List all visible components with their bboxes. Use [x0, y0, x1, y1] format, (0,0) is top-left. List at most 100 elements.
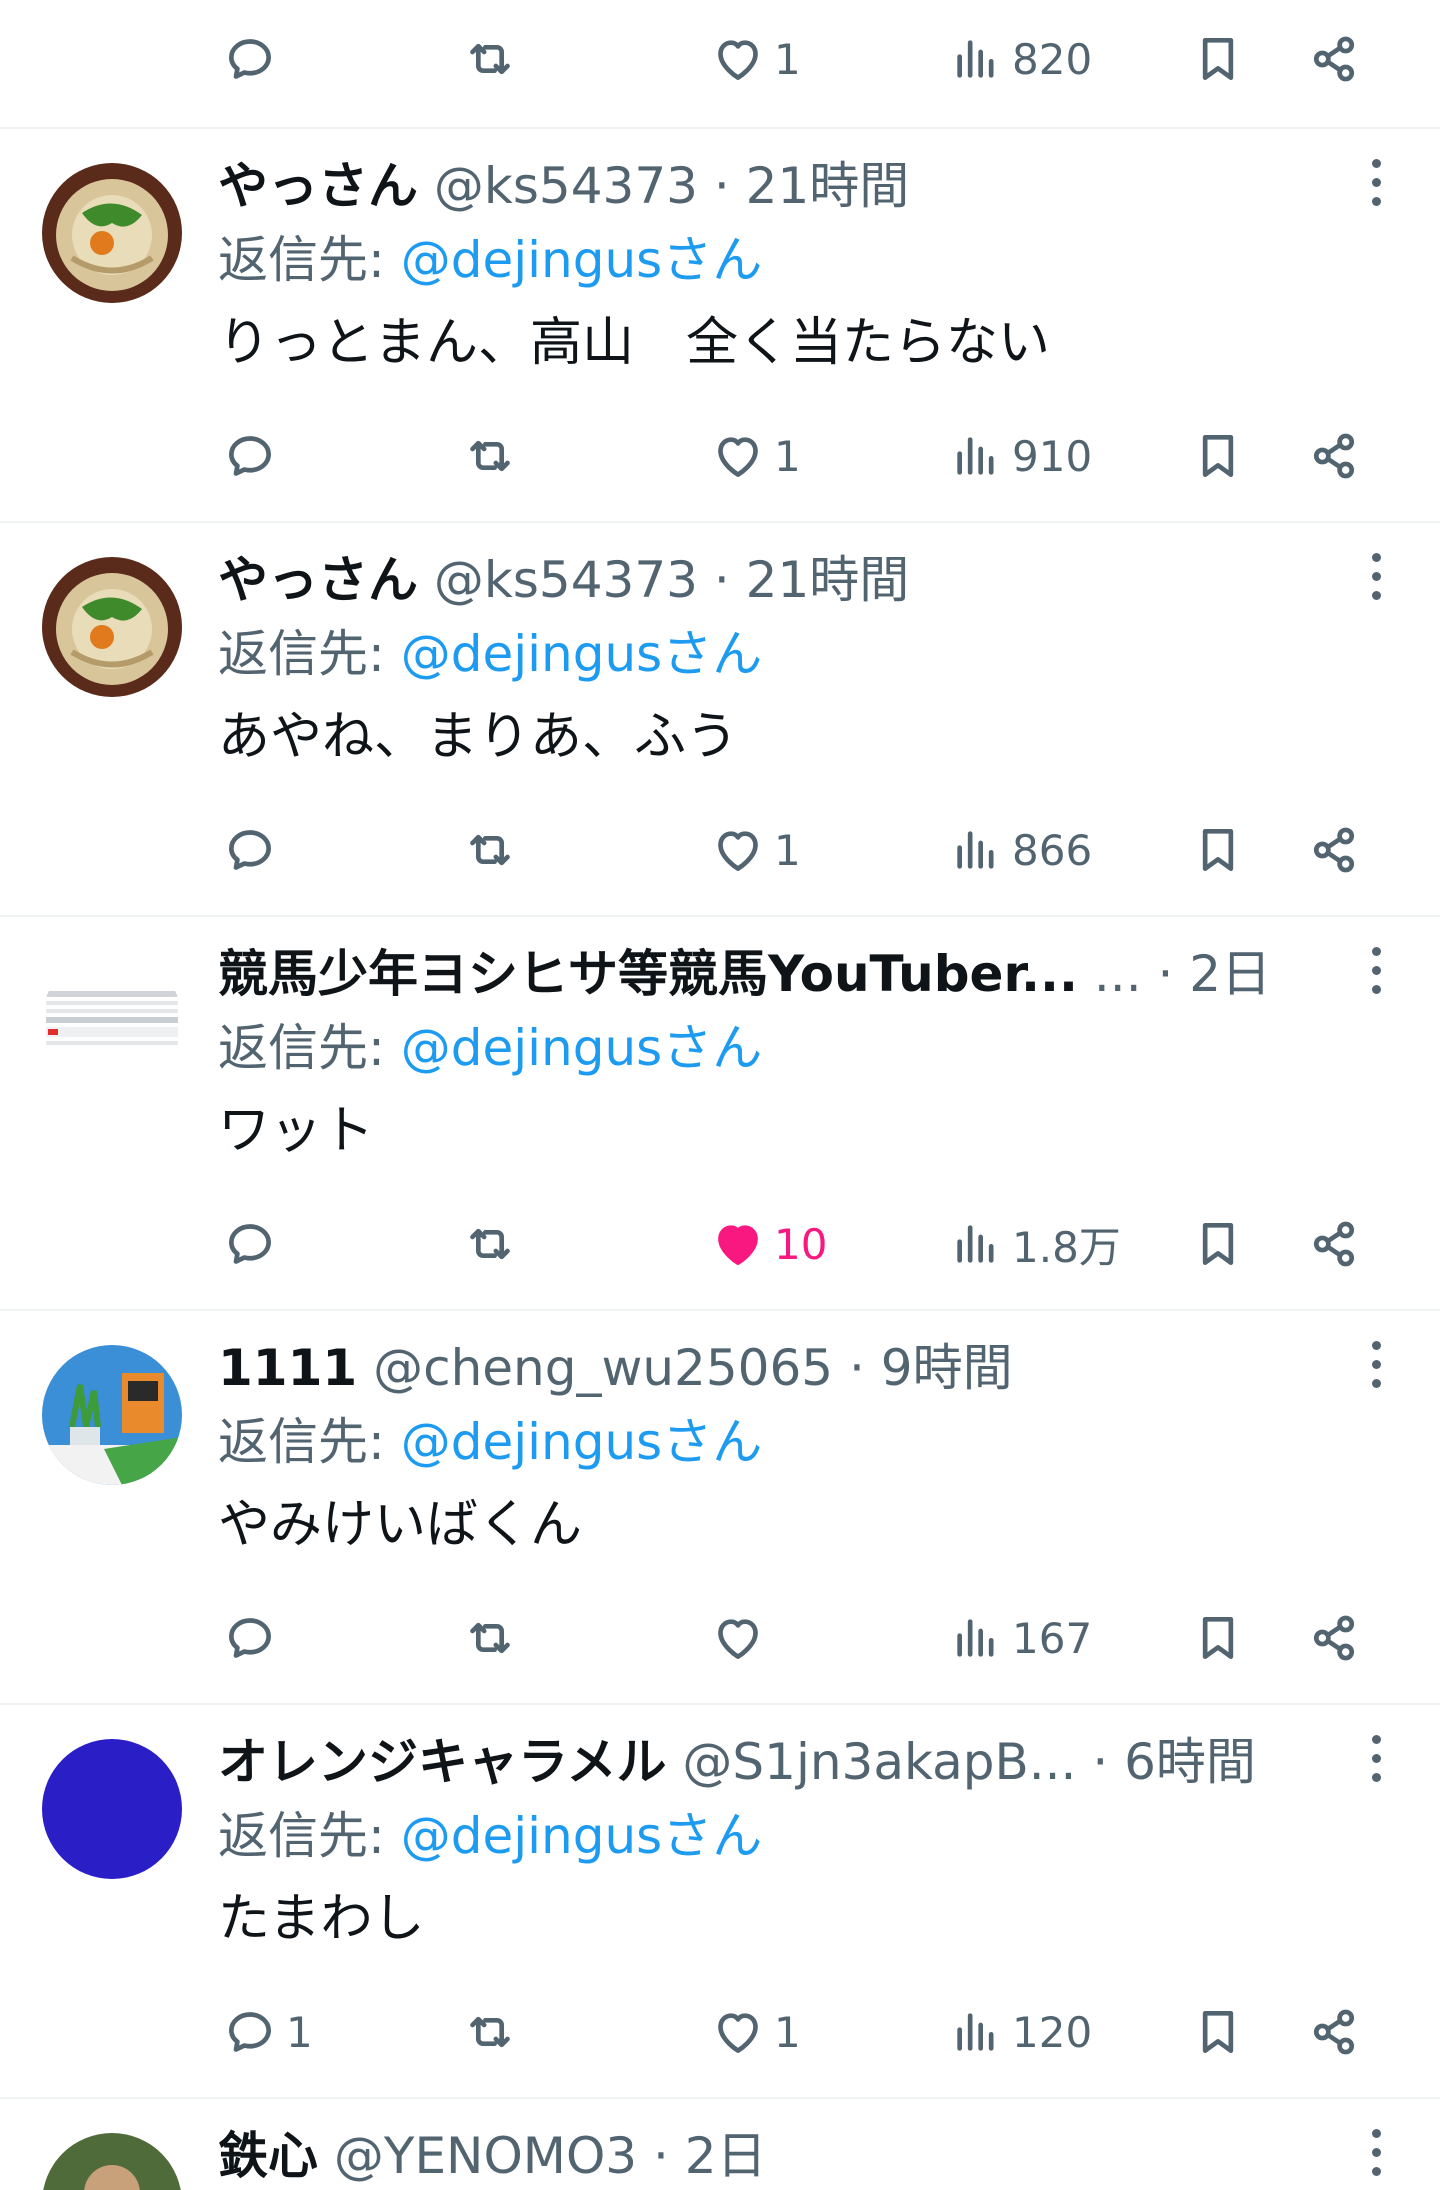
bookmark-button[interactable] [1190, 810, 1246, 890]
like-button[interactable] [710, 1598, 774, 1678]
bookmark-button[interactable] [1190, 19, 1246, 99]
reply-button[interactable] [222, 810, 286, 890]
reply-button[interactable] [222, 19, 286, 99]
bookmark-icon [1202, 829, 1234, 871]
reply-tweet[interactable]: オレンジキャラメル @S1jn3akapB... · 6時間 返信先: @dej… [0, 1705, 1440, 2097]
like-button[interactable]: 10 [710, 1204, 827, 1284]
bookmark-button[interactable] [1190, 1992, 1246, 2072]
display-name[interactable]: 競馬少年ヨシヒサ等競馬YouTuber... [218, 945, 1078, 1003]
bookmark-icon [1202, 1223, 1234, 1265]
share-button[interactable] [1306, 810, 1362, 890]
mention-link[interactable]: @dejingusさん [401, 231, 762, 289]
heart-icon [718, 831, 758, 871]
views-button[interactable]: 167 [948, 1598, 1092, 1678]
like-button[interactable]: 1 [710, 1992, 801, 2072]
mention-link[interactable]: @dejingusさん [401, 1019, 762, 1077]
display-name[interactable]: 1111 [218, 1339, 357, 1397]
views-button[interactable]: 820 [948, 19, 1092, 99]
like-button[interactable]: 1 [710, 19, 801, 99]
user-handle[interactable]: ... [1094, 945, 1142, 1003]
like-button[interactable]: 1 [710, 416, 801, 496]
heart-icon [718, 40, 758, 80]
views-button[interactable]: 866 [948, 810, 1092, 890]
timestamp[interactable]: 21時間 [746, 157, 910, 215]
separator: · [1141, 945, 1190, 1003]
reply-icon [229, 1618, 271, 1658]
avatar[interactable] [42, 2133, 182, 2190]
replying-to-label: 返信先: [218, 231, 401, 289]
share-button[interactable] [1306, 416, 1362, 496]
replying-to-label: 返信先: [218, 1807, 401, 1865]
like-button[interactable]: 1 [710, 810, 801, 890]
share-button[interactable] [1306, 19, 1362, 99]
share-button[interactable] [1306, 1992, 1362, 2072]
tweet-actions: 167 [0, 1598, 1440, 1678]
more-options-icon[interactable] [1366, 553, 1386, 613]
share-button[interactable] [1306, 1204, 1362, 1284]
betting-slip-avatar [42, 951, 182, 1091]
reply-tweet[interactable]: 鉄心 @YENOMO3 · 2日 [0, 2099, 1440, 2190]
mention-link[interactable]: @dejingusさん [401, 1807, 762, 1865]
tweet-actions: 10 1.8万 [0, 1204, 1440, 1284]
tweet-header: やっさん @ks54373 · 21時間 [218, 151, 909, 221]
avatar[interactable] [42, 557, 182, 697]
more-options-icon[interactable] [1366, 947, 1386, 1007]
reply-button[interactable] [222, 1598, 286, 1678]
replying-to: 返信先: @dejingusさん [218, 1013, 762, 1083]
separator: · [833, 1339, 881, 1397]
display-name[interactable]: 鉄心 [218, 2127, 318, 2185]
user-handle[interactable]: @ks54373 [434, 157, 698, 215]
bookmark-button[interactable] [1190, 1204, 1246, 1284]
user-handle[interactable]: @YENOMO3 [334, 2127, 637, 2185]
reply-tweet[interactable]: やっさん @ks54373 · 21時間 返信先: @dejingusさん あや… [0, 523, 1440, 915]
reply-tweet[interactable]: 競馬少年ヨシヒサ等競馬YouTuber... ... · 2日 返信先: @de… [0, 917, 1440, 1309]
mention-link[interactable]: @dejingusさん [401, 1413, 762, 1471]
retweet-button[interactable] [462, 416, 526, 496]
timestamp[interactable]: 2日 [1189, 945, 1271, 1003]
bookmark-button[interactable] [1190, 1598, 1246, 1678]
more-options-icon[interactable] [1366, 1735, 1386, 1795]
reply-button[interactable] [222, 1204, 286, 1284]
views-button[interactable]: 1.8万 [948, 1204, 1121, 1284]
udon-bowl-avatar [42, 557, 182, 697]
share-icon [1313, 827, 1355, 873]
reply-button[interactable]: 1 [222, 1992, 313, 2072]
timestamp[interactable]: 2日 [685, 2127, 767, 2185]
reply-tweet[interactable]: 1111 @cheng_wu25065 · 9時間 返信先: @dejingus… [0, 1311, 1440, 1703]
tweet-header: 鉄心 @YENOMO3 · 2日 [218, 2121, 767, 2190]
avatar[interactable] [42, 1739, 182, 1879]
display-name[interactable]: やっさん [218, 551, 418, 609]
views-button[interactable]: 910 [948, 416, 1092, 496]
retweet-button[interactable] [462, 1204, 526, 1284]
avatar[interactable] [42, 951, 182, 1091]
avatar[interactable] [42, 163, 182, 303]
bookmark-button[interactable] [1190, 416, 1246, 496]
more-options-icon[interactable] [1366, 159, 1386, 219]
photo-person-avatar [42, 2133, 182, 2190]
user-handle[interactable]: @S1jn3akapB... [682, 1733, 1076, 1791]
share-button[interactable] [1306, 1598, 1362, 1678]
timestamp[interactable]: 6時間 [1124, 1733, 1256, 1791]
user-handle[interactable]: @ks54373 [434, 551, 698, 609]
avatar[interactable] [42, 1345, 182, 1485]
tweet-actions: 1 910 [0, 416, 1440, 496]
mention-link[interactable]: @dejingusさん [401, 625, 762, 683]
tweet-header: 競馬少年ヨシヒサ等競馬YouTuber... ... · 2日 [218, 939, 1271, 1009]
tweet-actions: 1 866 [0, 810, 1440, 890]
more-options-icon[interactable] [1366, 2129, 1386, 2189]
views-button[interactable]: 120 [948, 1992, 1092, 2072]
display-name[interactable]: やっさん [218, 157, 418, 215]
retweet-button[interactable] [462, 1992, 526, 2072]
reply-tweet[interactable]: やっさん @ks54373 · 21時間 返信先: @dejingusさん りっ… [0, 129, 1440, 521]
reply-button[interactable] [222, 416, 286, 496]
display-name[interactable]: オレンジキャラメル [218, 1733, 667, 1791]
retweet-icon [470, 440, 510, 472]
retweet-button[interactable] [462, 810, 526, 890]
timestamp[interactable]: 21時間 [746, 551, 910, 609]
more-options-icon[interactable] [1366, 1341, 1386, 1401]
retweet-button[interactable] [462, 1598, 526, 1678]
user-handle[interactable]: @cheng_wu25065 [373, 1339, 833, 1397]
retweet-button[interactable] [462, 19, 518, 99]
separator: · [697, 551, 746, 609]
timestamp[interactable]: 9時間 [881, 1339, 1013, 1397]
